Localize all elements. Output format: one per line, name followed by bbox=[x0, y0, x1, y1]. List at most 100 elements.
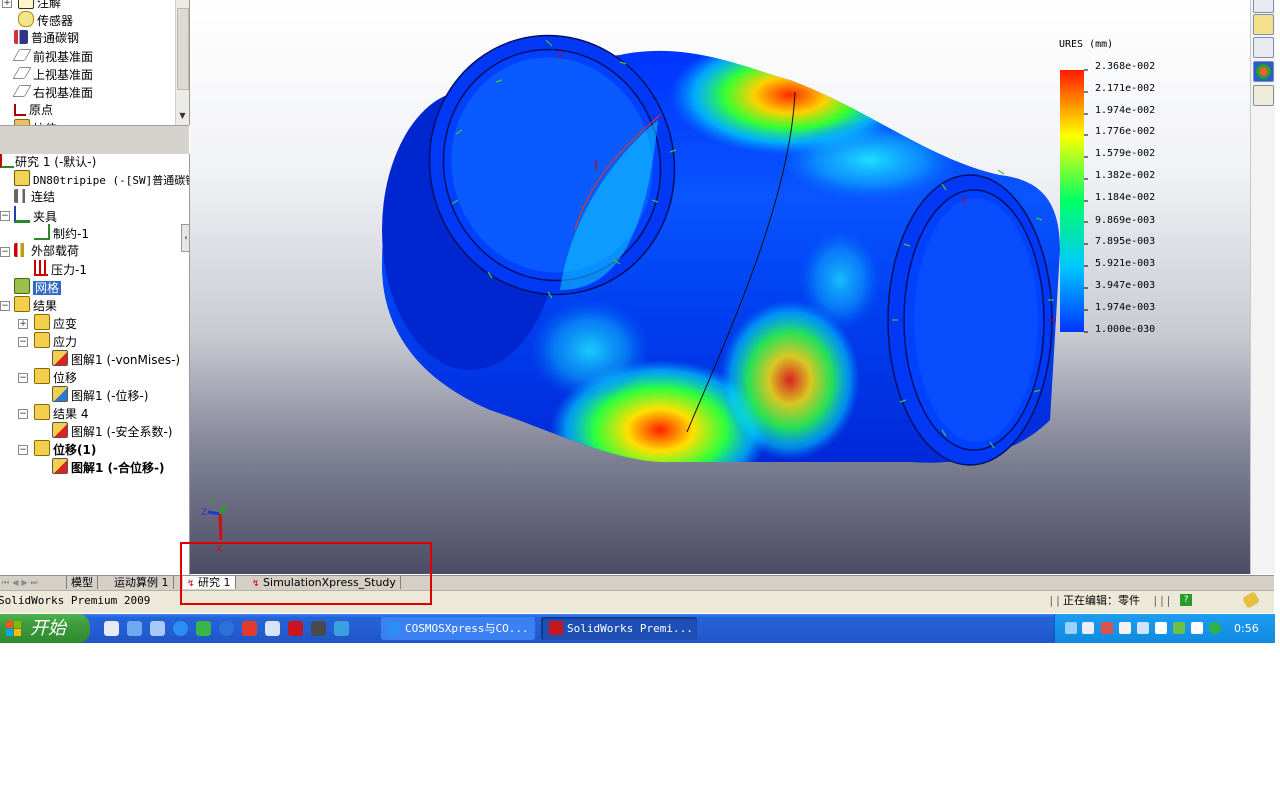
tree-item-results[interactable]: − 结果 bbox=[0, 296, 57, 314]
plot-icon bbox=[52, 422, 68, 438]
quick-launch-icon[interactable] bbox=[219, 621, 234, 636]
tree-item-displacement[interactable]: − 位移 bbox=[18, 368, 77, 386]
tray-icon[interactable] bbox=[1101, 622, 1113, 634]
panel-splitter[interactable] bbox=[0, 125, 189, 155]
collapse-panel-handle[interactable]: ‹ bbox=[181, 224, 189, 252]
tree-item-right-plane[interactable]: 右视基准面 bbox=[12, 83, 93, 101]
tree-scrollbar[interactable]: ▼ bbox=[175, 0, 189, 125]
graphics-viewport[interactable]: URES (mm) 2.368e-002 2.171e-002 1.974e-0… bbox=[190, 0, 1250, 574]
tag-icon[interactable] bbox=[1241, 591, 1261, 609]
tree-item-strain[interactable]: + 应变 bbox=[18, 314, 77, 332]
tree-item-mesh[interactable]: 网格 bbox=[14, 278, 62, 296]
help-icon[interactable]: ? bbox=[1180, 594, 1192, 606]
plot-icon bbox=[52, 458, 68, 474]
quick-launch-icon[interactable] bbox=[311, 621, 326, 636]
tab-motion-study[interactable]: 运动算例 1 bbox=[110, 576, 174, 589]
taskbar-item-solidworks[interactable]: SolidWorks Premi... bbox=[541, 617, 697, 640]
internet-explorer-icon[interactable] bbox=[173, 621, 188, 636]
tray-icon[interactable] bbox=[1082, 622, 1094, 634]
collapse-toggle[interactable]: − bbox=[0, 247, 10, 257]
collapse-toggle[interactable]: − bbox=[18, 445, 28, 455]
tree-item-origin[interactable]: 原点 bbox=[14, 101, 53, 119]
tree-item-part[interactable]: DN80tripipe (-[SW]普通碳钢 bbox=[14, 170, 189, 188]
folder-icon bbox=[34, 314, 50, 330]
expand-toggle[interactable]: + bbox=[2, 0, 12, 8]
tree-item-connections[interactable]: 连结 bbox=[14, 188, 55, 206]
collapse-toggle[interactable]: − bbox=[0, 301, 10, 311]
tree-item-study[interactable]: 研究 1 (-默认-) bbox=[0, 154, 96, 170]
origin-icon bbox=[14, 104, 26, 116]
legend-value: 1.974e-002 bbox=[1095, 105, 1155, 116]
feature-tree-top: + 注解 传感器 普通碳钢 前视基准面 上视基准面 右视基准面 原点 拉伸 ▼ bbox=[0, 0, 190, 125]
collapse-toggle[interactable]: − bbox=[18, 337, 28, 347]
quick-launch-icon[interactable] bbox=[334, 621, 349, 636]
scroll-down-arrow-icon[interactable]: ▼ bbox=[177, 110, 188, 122]
tree-item-fixtures[interactable]: − 夹具 bbox=[0, 206, 57, 224]
network-icon[interactable] bbox=[1155, 622, 1167, 634]
expand-toggle[interactable]: + bbox=[18, 319, 28, 329]
tree-item-displacement1[interactable]: − 位移(1) bbox=[18, 440, 96, 458]
custom-properties-icon[interactable] bbox=[1253, 85, 1274, 106]
triad-z-label: Z bbox=[201, 508, 207, 518]
clock[interactable]: 0:56 bbox=[1234, 614, 1259, 643]
open-folder-icon[interactable] bbox=[1253, 14, 1274, 35]
solidworks-icon[interactable] bbox=[288, 621, 303, 636]
quick-launch-icon[interactable] bbox=[265, 621, 280, 636]
tree-item-safety-plot[interactable]: 图解1 (-安全系数-) bbox=[52, 422, 172, 440]
tree-item-resultant-plot[interactable]: 图解1 (-合位移-) bbox=[52, 458, 164, 476]
legend-value: 9.869e-003 bbox=[1095, 215, 1155, 226]
appearance-icon[interactable] bbox=[1253, 61, 1274, 82]
collapse-toggle[interactable]: − bbox=[0, 211, 10, 221]
quick-launch-icon[interactable] bbox=[150, 621, 165, 636]
security-shield-icon[interactable] bbox=[1209, 622, 1221, 634]
tree-item-material[interactable]: 普通碳钢 bbox=[14, 29, 79, 47]
sensor-icon bbox=[18, 11, 34, 27]
tree-item-stress[interactable]: − 应力 bbox=[18, 332, 77, 350]
material-icon bbox=[14, 30, 28, 44]
tree-item-results4[interactable]: − 结果 4 bbox=[18, 404, 88, 422]
internet-explorer-icon bbox=[387, 621, 401, 635]
taskbar-item-browser[interactable]: COSMOSXpress与CO... bbox=[381, 617, 535, 640]
tray-icon[interactable] bbox=[1191, 622, 1203, 634]
highlight-box bbox=[180, 542, 432, 605]
simulation-tree: 研究 1 (-默认-) DN80tripipe (-[SW]普通碳钢 连结 − … bbox=[0, 154, 190, 576]
tab-model[interactable]: 模型 bbox=[66, 576, 98, 589]
tree-item-top-plane[interactable]: 上视基准面 bbox=[12, 65, 93, 83]
tree-item-stress-plot[interactable]: 图解1 (-vonMises-) bbox=[52, 350, 180, 368]
legend-value: 3.947e-003 bbox=[1095, 280, 1155, 291]
windows-flag-icon bbox=[6, 621, 22, 637]
quick-launch-icon[interactable] bbox=[196, 621, 211, 636]
legend-value: 1.974e-003 bbox=[1095, 302, 1155, 313]
legend-value: 1.000e-030 bbox=[1095, 324, 1155, 335]
scrollbar-thumb[interactable] bbox=[177, 8, 189, 90]
tree-item-fixture-1[interactable]: 制约-1 bbox=[34, 224, 89, 242]
legend-value: 7.895e-003 bbox=[1095, 236, 1155, 247]
legend-value: 1.382e-002 bbox=[1095, 170, 1155, 181]
collapse-toggle[interactable]: − bbox=[18, 373, 28, 383]
tray-icon[interactable] bbox=[1137, 622, 1149, 634]
resources-icon[interactable] bbox=[1253, 0, 1274, 13]
tray-icon[interactable] bbox=[1119, 622, 1131, 634]
tree-item-pressure-1[interactable]: 压力-1 bbox=[34, 260, 87, 278]
file-explorer-icon[interactable] bbox=[1253, 37, 1274, 58]
tray-icon[interactable] bbox=[1173, 622, 1185, 634]
collapse-toggle[interactable]: − bbox=[18, 409, 28, 419]
fixture-icon bbox=[14, 206, 30, 223]
quick-launch-icon[interactable] bbox=[127, 621, 142, 636]
quick-launch-icon[interactable] bbox=[242, 621, 257, 636]
tab-scroll-arrows-icon[interactable]: ⏮◀▶⏭ bbox=[2, 577, 58, 588]
folder-icon bbox=[34, 368, 50, 384]
tree-item-annotations[interactable]: + 注解 bbox=[2, 0, 61, 11]
tree-item-displacement-plot[interactable]: 图解1 (-位移-) bbox=[52, 386, 148, 404]
task-pane-bar bbox=[1250, 0, 1275, 574]
tree-item-front-plane[interactable]: 前视基准面 bbox=[12, 47, 93, 65]
show-desktop-icon[interactable] bbox=[104, 621, 119, 636]
fea-model: URES (mm) 2.368e-002 2.171e-002 1.974e-0… bbox=[201, 34, 1155, 555]
connection-icon bbox=[14, 189, 28, 203]
tree-item-external-loads[interactable]: − 外部载荷 bbox=[0, 242, 79, 260]
start-button[interactable]: 开始 bbox=[0, 614, 90, 643]
tree-item-sensors[interactable]: 传感器 bbox=[18, 11, 73, 29]
tray-icon[interactable] bbox=[1065, 622, 1077, 634]
plane-icon bbox=[12, 67, 32, 79]
color-legend[interactable]: URES (mm) 2.368e-002 2.171e-002 1.974e-0… bbox=[1059, 39, 1155, 335]
